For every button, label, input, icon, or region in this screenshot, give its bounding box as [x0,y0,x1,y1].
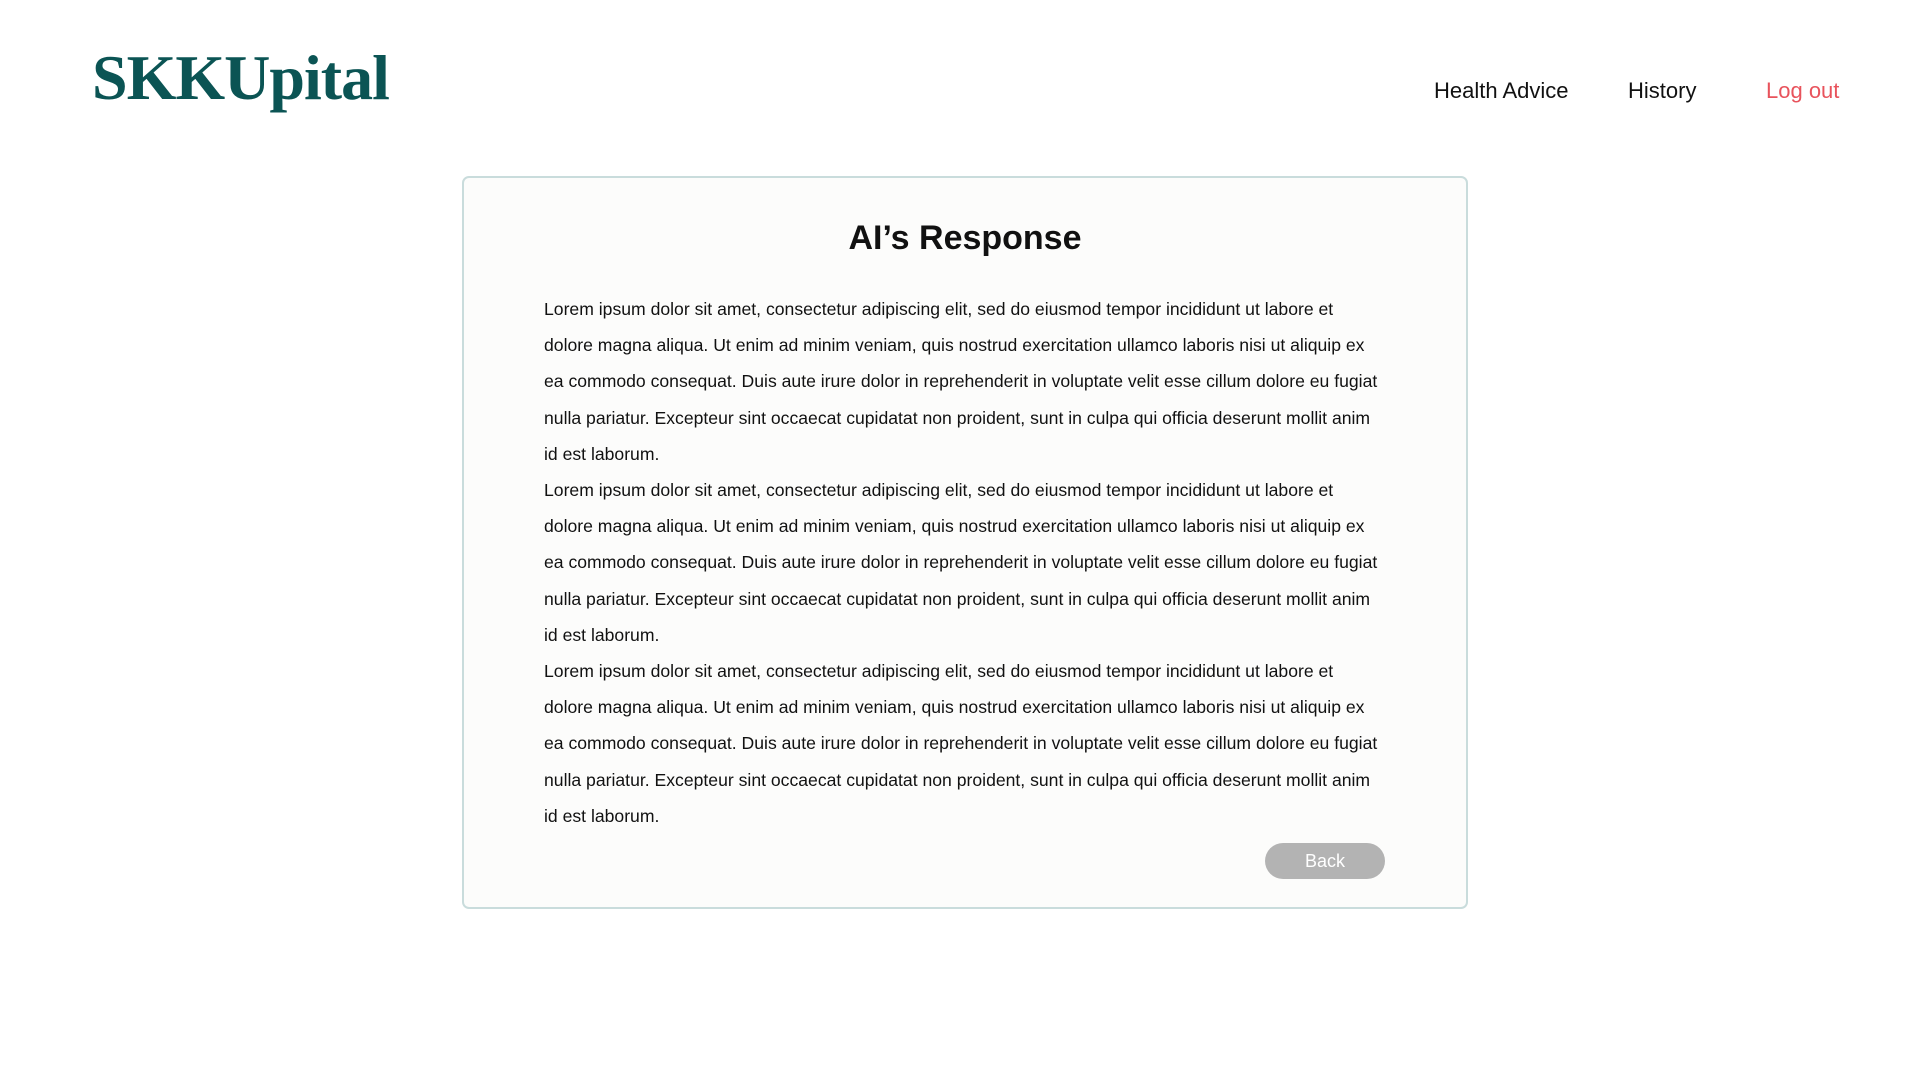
response-paragraph: Lorem ipsum dolor sit amet, consectetur … [544,661,1378,826]
response-card: AI’s Response Lorem ipsum dolor sit amet… [462,176,1468,909]
back-button[interactable]: Back [1265,843,1385,879]
page: SKKUpital Health Advice History Log out … [0,0,1920,1080]
card-title: AI’s Response [848,219,1082,257]
top-nav: Health Advice History Log out [0,76,1920,106]
response-paragraph: Lorem ipsum dolor sit amet, consectetur … [544,480,1378,645]
nav-history[interactable]: History [1628,76,1696,106]
response-paragraph: Lorem ipsum dolor sit amet, consectetur … [544,299,1378,464]
response-text: Lorem ipsum dolor sit amet, consectetur … [544,291,1384,834]
nav-health-advice[interactable]: Health Advice [1434,76,1569,106]
nav-log-out[interactable]: Log out [1766,76,1839,106]
